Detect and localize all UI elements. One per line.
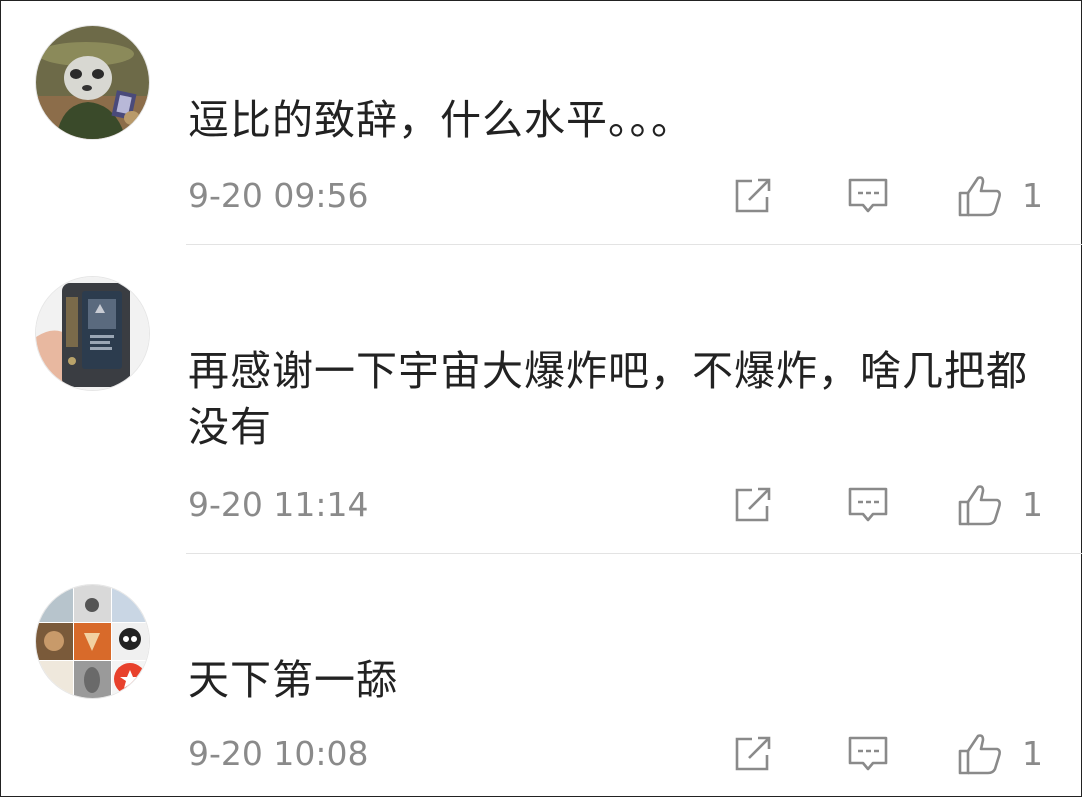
avatar[interactable] xyxy=(36,26,149,139)
share-icon xyxy=(735,178,771,213)
share-icon xyxy=(735,487,771,522)
comment-text: 再感谢一下宇宙大爆炸吧，不爆炸，啥几把都没有 xyxy=(188,347,1028,451)
comment-text: 天下第一舔 xyxy=(188,656,398,704)
share-button[interactable] xyxy=(730,174,776,218)
thumbs-up-icon xyxy=(958,734,1001,775)
avatar[interactable] xyxy=(36,277,149,390)
comment-meta: 9-20 09:56 1 xyxy=(0,174,1082,218)
comment-time: 9-20 09:56 xyxy=(188,176,369,215)
comment-time: 9-20 11:14 xyxy=(188,485,369,524)
like-count: 1 xyxy=(1022,734,1043,773)
comment-text: 逗比的致辞，什么水平。。。 xyxy=(188,96,693,144)
like-button[interactable] xyxy=(957,174,1003,218)
reply-button[interactable] xyxy=(845,174,891,218)
comment-meta: 9-20 10:08 1 xyxy=(0,732,1082,776)
like-count: 1 xyxy=(1022,176,1043,215)
divider xyxy=(186,553,1082,554)
reply-icon xyxy=(848,487,888,522)
share-button[interactable] xyxy=(730,732,776,776)
like-count: 1 xyxy=(1022,485,1043,524)
share-button[interactable] xyxy=(730,483,776,527)
comment-time: 9-20 10:08 xyxy=(188,734,369,773)
comment-meta: 9-20 11:14 1 xyxy=(0,483,1082,527)
avatar[interactable] xyxy=(36,585,149,698)
like-button[interactable] xyxy=(957,732,1003,776)
divider xyxy=(186,244,1082,245)
reply-icon xyxy=(848,178,888,213)
reply-icon xyxy=(848,736,888,771)
share-icon xyxy=(735,736,771,771)
thumbs-up-icon xyxy=(958,176,1001,217)
reply-button[interactable] xyxy=(845,732,891,776)
reply-button[interactable] xyxy=(845,483,891,527)
thumbs-up-icon xyxy=(958,485,1001,526)
like-button[interactable] xyxy=(957,483,1003,527)
